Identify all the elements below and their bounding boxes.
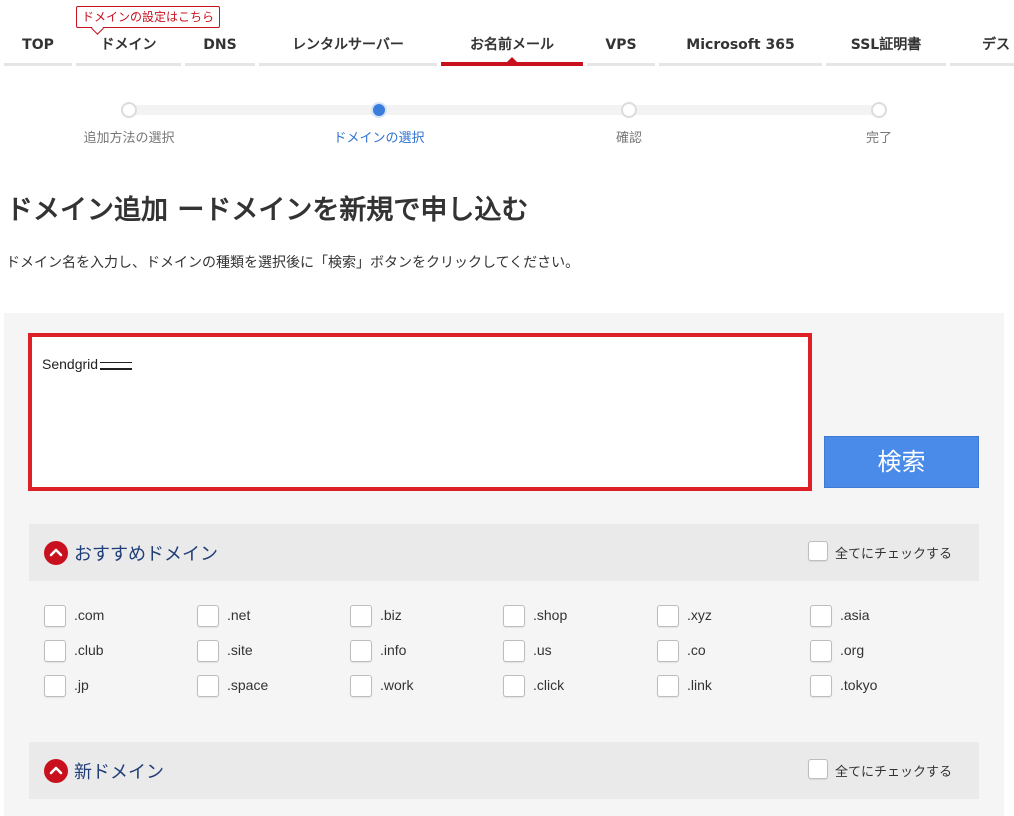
tld-checkbox[interactable]	[810, 605, 832, 627]
progress-stepper: 追加方法の選択 ドメインの選択 確認 完了	[0, 96, 1014, 156]
tld-checkbox[interactable]	[197, 640, 219, 662]
tld-label: .com	[74, 607, 105, 623]
check-all-checkbox[interactable]	[808, 541, 828, 561]
tld-checkbox[interactable]	[44, 675, 66, 697]
step-confirm: 確認	[549, 96, 709, 146]
stepper-track	[128, 105, 878, 115]
tld-checkbox[interactable]	[657, 640, 679, 662]
step-dot	[871, 102, 887, 118]
tab-onamae-mail[interactable]: お名前メール	[441, 30, 583, 66]
step-dot	[121, 102, 137, 118]
tld-label: .net	[227, 607, 251, 623]
domain-search-panel: Sendgrid 検索 おすすめドメイン 全てにチェックする .com .net…	[4, 313, 1004, 816]
new-domains-header: 新ドメイン 全てにチェックする	[29, 742, 979, 799]
page-title: ドメイン追加 ードメインを新規で申し込む	[6, 195, 529, 226]
search-button[interactable]: 検索	[824, 436, 979, 488]
check-all-checkbox[interactable]	[808, 759, 828, 779]
step-label: 追加方法の選択	[83, 131, 175, 146]
tld-checkbox-grid: .com .net .biz .shop .xyz .asia .club .s…	[44, 605, 984, 715]
recommended-domains-header: おすすめドメイン 全てにチェックする	[29, 524, 979, 581]
tld-checkbox[interactable]	[503, 640, 525, 662]
tld-label: .space	[227, 677, 269, 693]
tab-microsoft-365[interactable]: Microsoft 365	[659, 30, 822, 66]
tld-label: .tokyo	[840, 677, 878, 693]
tld-checkbox[interactable]	[657, 675, 679, 697]
tld-checkbox[interactable]	[657, 605, 679, 627]
step-dot	[371, 102, 387, 118]
step-domain-select: ドメインの選択	[299, 96, 459, 146]
tld-checkbox[interactable]	[350, 640, 372, 662]
recommended-domains-title: おすすめドメイン	[74, 544, 218, 565]
domain-search-input[interactable]: Sendgrid	[28, 333, 812, 491]
search-value-text: Sendgrid	[42, 356, 99, 372]
tab-rental-server[interactable]: レンタルサーバー	[259, 30, 437, 66]
tld-checkbox[interactable]	[44, 605, 66, 627]
tld-label: .shop	[533, 607, 568, 623]
tld-checkbox[interactable]	[44, 640, 66, 662]
tld-label: .club	[74, 642, 104, 658]
tld-checkbox[interactable]	[197, 675, 219, 697]
tld-checkbox[interactable]	[810, 640, 832, 662]
tld-label: .xyz	[687, 607, 712, 623]
tld-label: .org	[840, 642, 865, 658]
domain-settings-tooltip[interactable]: ドメインの設定はこちら	[76, 6, 221, 28]
tld-label: .co	[687, 642, 706, 658]
page-description: ドメイン名を入力し、ドメインの種類を選択後に「検索」ボタンをクリックしてください…	[6, 255, 580, 271]
step-add-method: 追加方法の選択	[49, 96, 209, 146]
tld-label: .site	[227, 642, 253, 658]
top-navigation: ドメインの設定はこちら TOP ドメイン DNS レンタルサーバー お名前メール…	[0, 0, 1014, 70]
step-label: 完了	[865, 131, 892, 146]
tab-desktop[interactable]: デス	[950, 30, 1014, 66]
tld-checkbox[interactable]	[503, 605, 525, 627]
tld-label: .info	[380, 642, 407, 658]
check-all-label: 全てにチェックする	[835, 547, 953, 562]
tab-ssl-certificate[interactable]: SSL証明書	[826, 30, 946, 66]
tld-checkbox[interactable]	[350, 675, 372, 697]
tld-checkbox[interactable]	[810, 675, 832, 697]
tab-vps[interactable]: VPS	[587, 30, 655, 66]
tld-label: .link	[687, 677, 712, 693]
tld-checkbox[interactable]	[197, 605, 219, 627]
tld-label: .jp	[74, 677, 89, 693]
tab-domain[interactable]: ドメイン	[76, 30, 181, 66]
tab-dns[interactable]: DNS	[185, 30, 255, 66]
collapse-chevron-up-icon[interactable]	[44, 759, 68, 783]
tab-top[interactable]: TOP	[4, 30, 72, 66]
tld-label: .biz	[380, 607, 402, 623]
new-domains-title: 新ドメイン	[74, 762, 164, 783]
text-cursor	[100, 362, 133, 370]
collapse-chevron-up-icon[interactable]	[44, 541, 68, 565]
tld-checkbox[interactable]	[350, 605, 372, 627]
tld-label: .work	[380, 677, 414, 693]
check-all-label: 全てにチェックする	[835, 765, 953, 780]
tld-label: .click	[533, 677, 565, 693]
search-input-value: Sendgrid	[42, 356, 133, 372]
step-complete: 完了	[799, 96, 959, 146]
step-label: 確認	[615, 131, 642, 146]
tld-label: .asia	[840, 607, 870, 623]
step-label: ドメインの選択	[333, 131, 425, 146]
tld-checkbox[interactable]	[503, 675, 525, 697]
tld-label: .us	[533, 642, 552, 658]
step-dot	[621, 102, 637, 118]
